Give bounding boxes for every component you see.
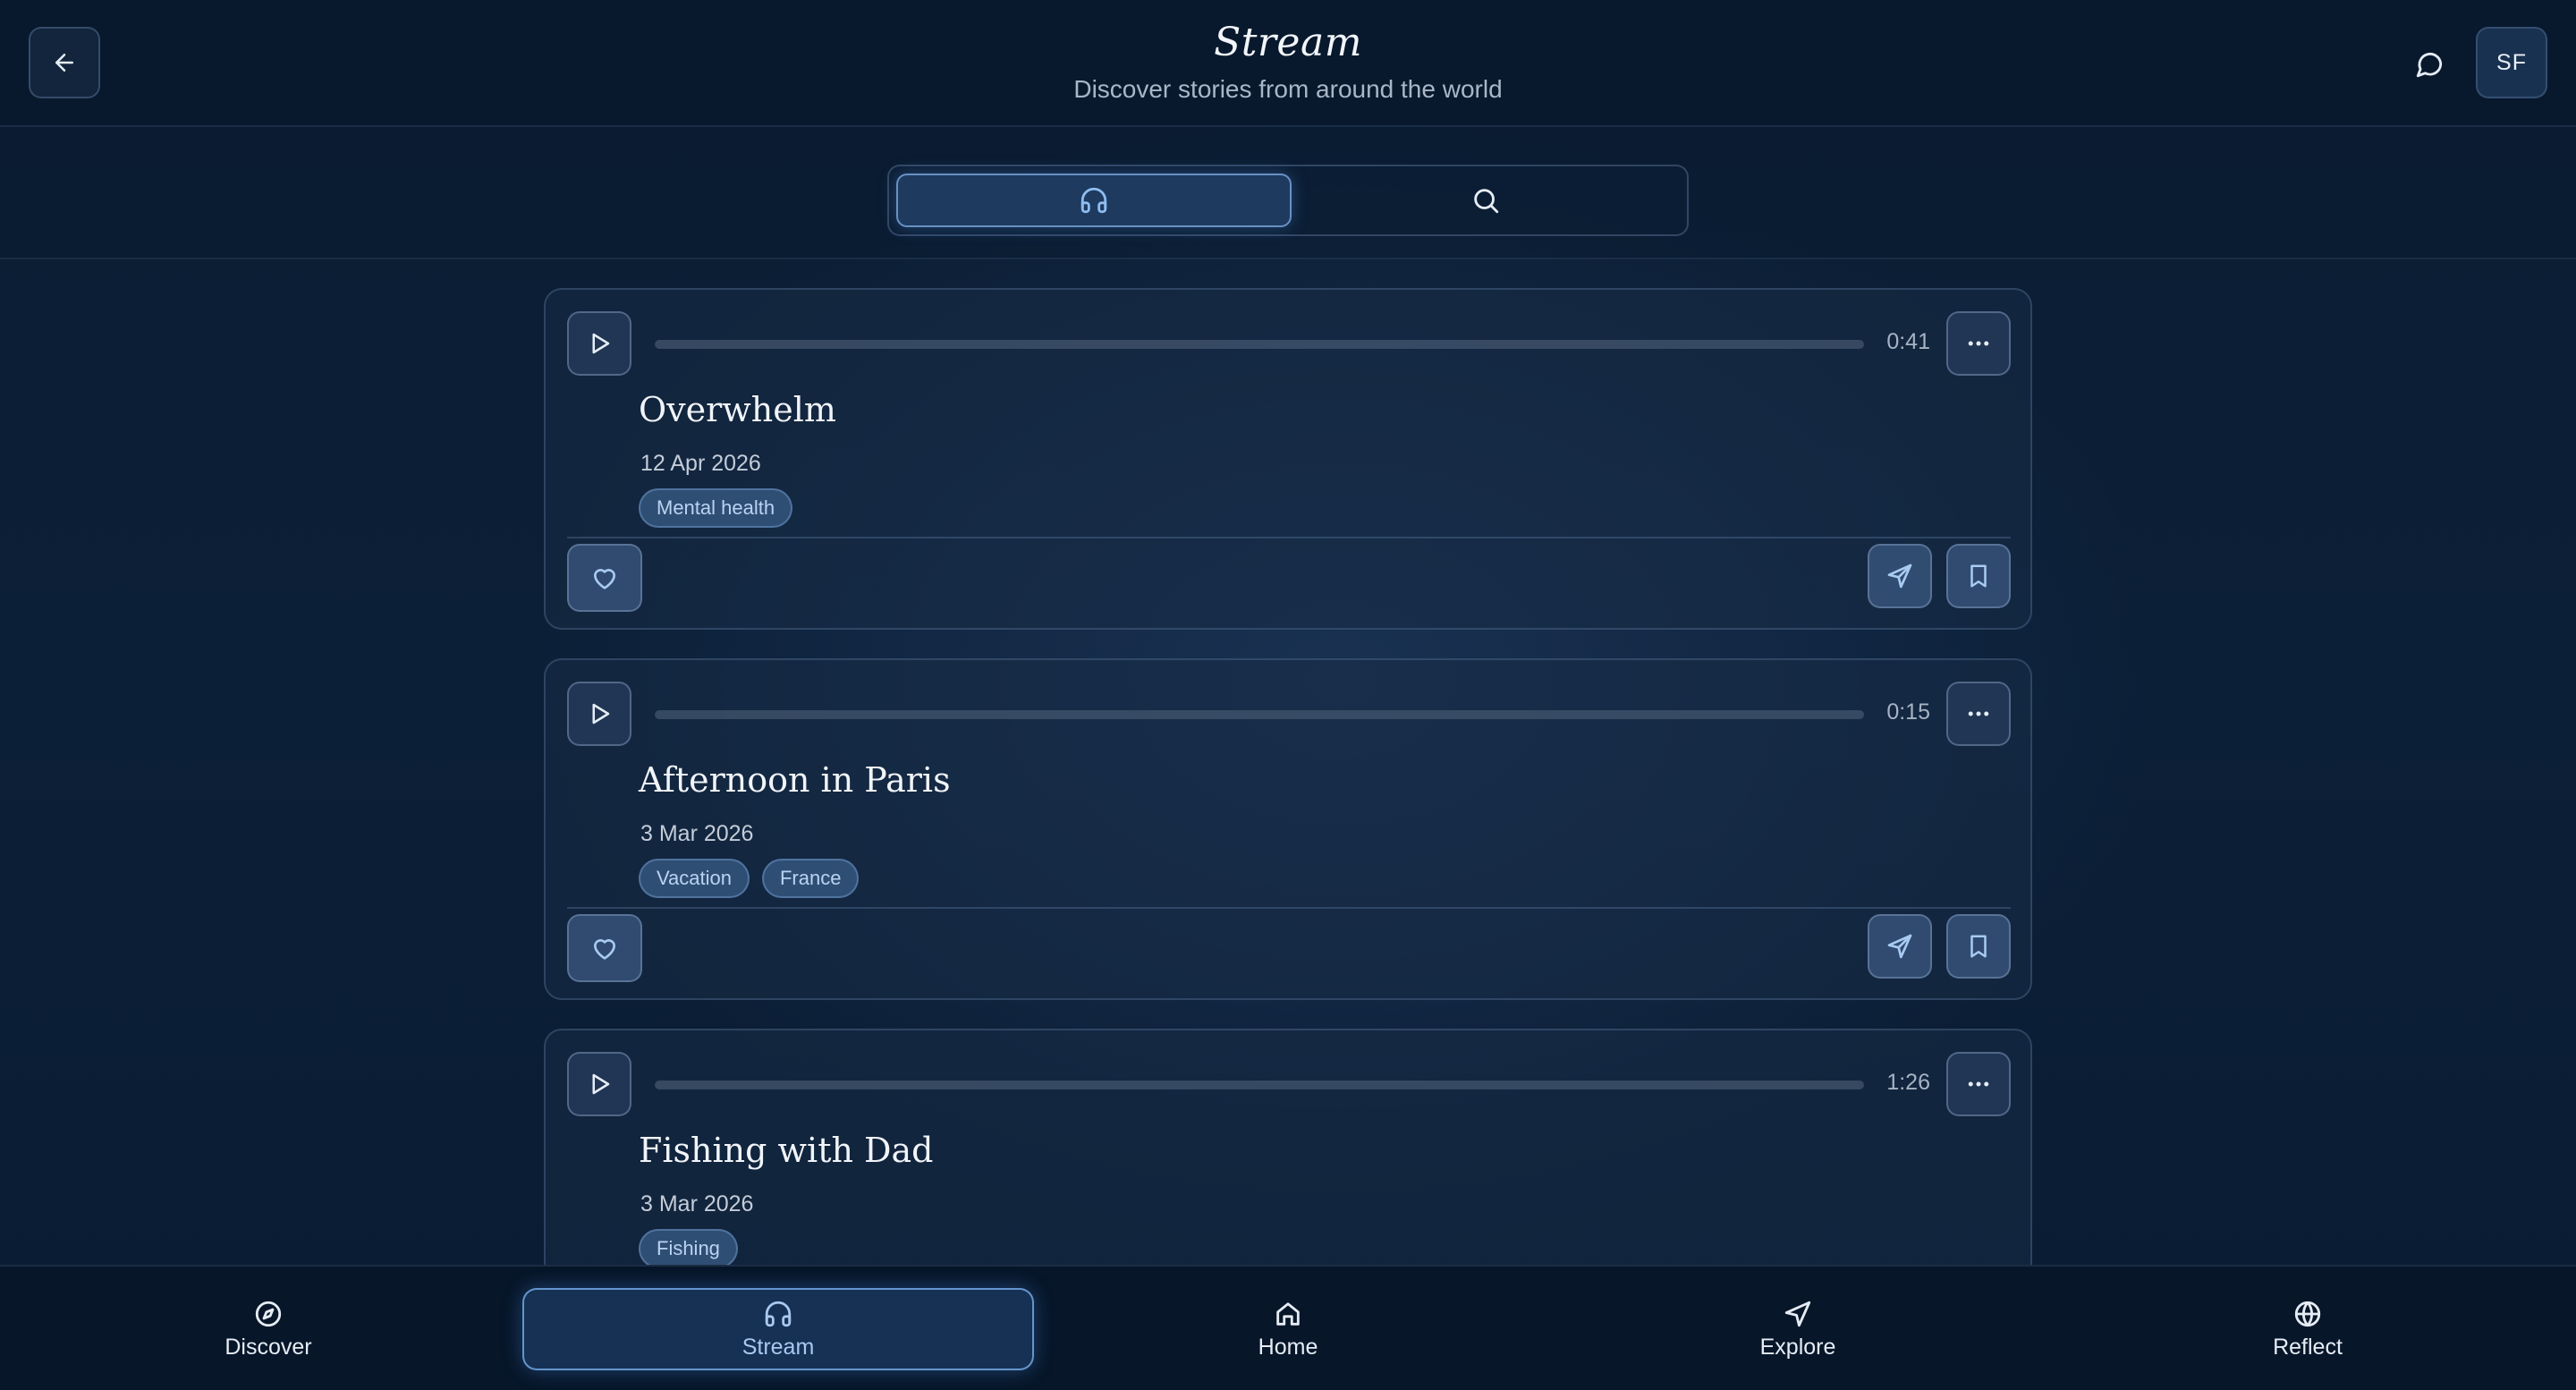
story-title[interactable]: Afternoon in Paris (639, 760, 951, 800)
story-date: 3 Mar 2026 (640, 1191, 754, 1216)
story-date: 12 Apr 2026 (640, 451, 761, 476)
bottom-navigation: Discover Stream Home Explore Reflect (0, 1265, 2576, 1390)
like-button[interactable] (567, 544, 642, 612)
heart-icon (590, 934, 619, 962)
send-icon (1885, 932, 1914, 961)
nav-label: Home (1258, 1334, 1318, 1360)
nav-discover[interactable]: Discover (134, 1288, 402, 1370)
card-divider (567, 537, 2011, 538)
send-icon (1885, 562, 1914, 590)
story-date: 3 Mar 2026 (640, 821, 754, 846)
story-card: 0:41 Overwhelm 12 Apr 2026 Mental health (544, 288, 2032, 630)
story-feed: 0:41 Overwhelm 12 Apr 2026 Mental health (0, 259, 2576, 1265)
navigation-icon (1783, 1299, 1813, 1329)
story-tags: Fishing (639, 1229, 738, 1265)
play-icon (586, 330, 613, 357)
nav-label: Stream (741, 1334, 815, 1360)
share-button[interactable] (1868, 544, 1932, 608)
heart-icon (590, 564, 619, 592)
more-options-button[interactable] (1946, 1052, 2011, 1116)
story-title[interactable]: Overwhelm (639, 390, 836, 429)
tag-chip[interactable]: Fishing (639, 1229, 738, 1265)
story-title[interactable]: Fishing with Dad (639, 1131, 933, 1170)
more-options-button[interactable] (1946, 682, 2011, 746)
bookmark-button[interactable] (1946, 544, 2011, 608)
mode-toolbar (0, 127, 2576, 259)
story-card: 1:26 Fishing with Dad 3 Mar 2026 Fishing (544, 1029, 2032, 1265)
bookmark-icon (1965, 563, 1992, 589)
mode-toggle (887, 165, 1689, 236)
search-mode-tab[interactable] (1288, 174, 1683, 227)
top-header: Stream Discover stories from around the … (0, 0, 2576, 127)
more-horizontal-icon (1965, 1071, 1992, 1098)
audio-progress-track[interactable] (655, 710, 1864, 719)
share-button[interactable] (1868, 914, 1932, 979)
play-button[interactable] (567, 1052, 631, 1116)
headphones-icon (1079, 185, 1109, 216)
bookmark-icon (1965, 933, 1992, 960)
tag-chip[interactable]: Vacation (639, 859, 750, 898)
nav-label: Discover (225, 1334, 312, 1360)
messages-button[interactable] (2410, 45, 2449, 84)
globe-icon (2292, 1299, 2323, 1329)
story-card: 0:15 Afternoon in Paris 3 Mar 2026 Vacat… (544, 658, 2032, 1000)
message-circle-icon (2414, 49, 2445, 80)
play-button[interactable] (567, 682, 631, 746)
more-options-button[interactable] (1946, 311, 2011, 376)
user-avatar[interactable]: SF (2476, 27, 2547, 98)
page-title: Stream (1214, 20, 1362, 65)
more-horizontal-icon (1965, 700, 1992, 727)
headphones-icon (763, 1299, 793, 1329)
audio-progress-track[interactable] (655, 340, 1864, 349)
nav-explore[interactable]: Explore (1664, 1288, 1932, 1370)
audio-duration: 1:26 (1886, 1070, 1930, 1095)
bookmark-button[interactable] (1946, 914, 2011, 979)
like-button[interactable] (567, 914, 642, 982)
page-subtitle: Discover stories from around the world (1073, 75, 1503, 103)
audio-progress-track[interactable] (655, 1081, 1864, 1089)
tag-chip[interactable]: France (761, 859, 860, 898)
tag-chip[interactable]: Mental health (639, 488, 793, 528)
story-tags: Mental health (639, 488, 793, 528)
nav-stream[interactable]: Stream (522, 1288, 1034, 1370)
card-divider (567, 907, 2011, 909)
story-tags: Vacation France (639, 859, 860, 898)
more-horizontal-icon (1965, 330, 1992, 357)
home-icon (1273, 1299, 1303, 1329)
compass-icon (253, 1299, 284, 1329)
audio-duration: 0:41 (1886, 329, 1930, 354)
nav-home[interactable]: Home (1154, 1288, 1422, 1370)
nav-reflect[interactable]: Reflect (2174, 1288, 2442, 1370)
play-icon (586, 700, 613, 727)
play-button[interactable] (567, 311, 631, 376)
nav-label: Explore (1759, 1334, 1836, 1360)
play-icon (586, 1071, 613, 1098)
nav-label: Reflect (2273, 1334, 2343, 1360)
search-icon (1470, 185, 1501, 216)
listen-mode-tab[interactable] (896, 174, 1292, 227)
audio-duration: 0:15 (1886, 699, 1930, 725)
